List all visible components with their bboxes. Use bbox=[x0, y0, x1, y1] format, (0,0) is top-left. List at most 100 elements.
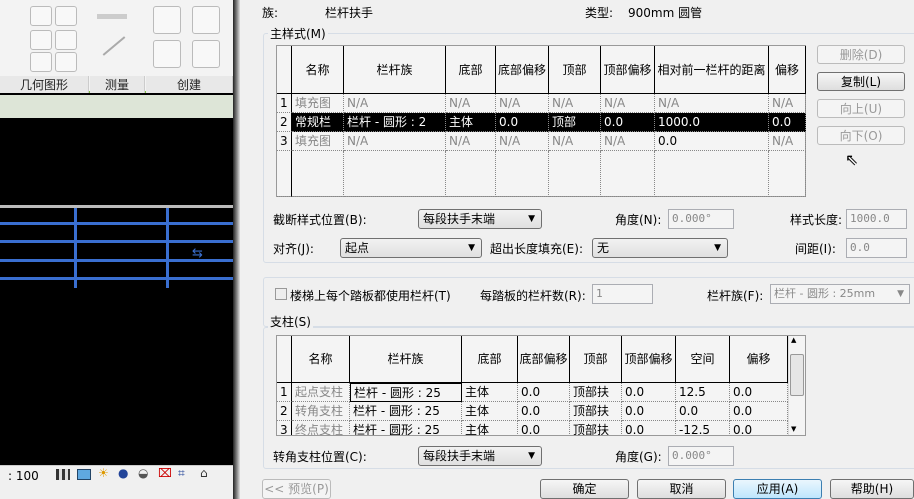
spacing-input[interactable]: 0.0 bbox=[846, 238, 907, 258]
table-cell[interactable]: 顶部 bbox=[549, 113, 601, 132]
table-cell[interactable]: N/A bbox=[601, 94, 655, 113]
crop-region-icon[interactable]: ⌗ bbox=[178, 466, 185, 481]
table-cell[interactable]: 0.0 bbox=[601, 113, 655, 132]
table-cell[interactable]: 栏杆 - 圆形 : 2 bbox=[344, 113, 446, 132]
flip-arrow-icon[interactable]: ⇆ bbox=[192, 246, 203, 261]
move-up-button[interactable]: 向上(U) bbox=[817, 99, 905, 118]
column-header[interactable]: 栏杆族 bbox=[344, 46, 446, 94]
column-header[interactable]: 顶部 bbox=[549, 46, 601, 94]
post-angle-input[interactable]: 0.000° bbox=[668, 446, 734, 466]
table-cell[interactable]: 0.0 bbox=[622, 383, 676, 402]
render-icon[interactable]: ◒ bbox=[138, 466, 148, 480]
shadows-icon[interactable]: ● bbox=[118, 466, 128, 480]
geometry-tool-icon[interactable] bbox=[30, 6, 52, 26]
posts-table[interactable]: 名称 栏杆族 底部 底部偏移 顶部 顶部偏移 空间 偏移 1 起点支柱 栏杆 - 圆形 : 25 主体… bbox=[276, 335, 806, 436]
table-cell[interactable]: N/A bbox=[601, 132, 655, 151]
scrollbar-thumb[interactable] bbox=[790, 354, 804, 396]
column-header[interactable]: 底部偏移 bbox=[496, 46, 549, 94]
table-cell[interactable]: N/A bbox=[769, 132, 806, 151]
table-cell[interactable]: 顶部扶 bbox=[570, 402, 622, 421]
column-header[interactable]: 空间 bbox=[676, 336, 730, 383]
split-icon[interactable] bbox=[55, 30, 77, 50]
table-cell[interactable]: N/A bbox=[446, 132, 496, 151]
table-cell[interactable]: 0.0 bbox=[518, 383, 570, 402]
cancel-button[interactable]: 取消 bbox=[637, 479, 726, 499]
table-cell[interactable]: 常规栏 bbox=[292, 113, 344, 132]
column-header[interactable]: 偏移 bbox=[769, 46, 806, 94]
table-cell[interactable]: 12.5 bbox=[676, 383, 730, 402]
use-baluster-per-tread-checkbox[interactable] bbox=[275, 288, 287, 300]
cut-icon[interactable] bbox=[30, 30, 52, 50]
table-cell[interactable]: N/A bbox=[769, 94, 806, 113]
group-icon[interactable] bbox=[153, 40, 181, 68]
preview-button[interactable]: << 预览(P) bbox=[262, 479, 331, 499]
pattern-length-input[interactable]: 1000.0 bbox=[846, 209, 907, 229]
column-header[interactable]: 顶部偏移 bbox=[622, 336, 676, 383]
column-header[interactable]: 底部 bbox=[446, 46, 496, 94]
column-header[interactable]: 偏移 bbox=[730, 336, 788, 383]
column-header[interactable]: 底部 bbox=[462, 336, 518, 383]
row-number[interactable]: 3 bbox=[277, 132, 292, 151]
table-cell[interactable]: 栏杆 - 圆形 : 25 bbox=[350, 402, 462, 421]
in-place-icon[interactable] bbox=[192, 6, 220, 34]
column-header[interactable]: 相对前一栏杆的距离 bbox=[655, 46, 769, 94]
join-icon[interactable] bbox=[55, 6, 77, 26]
table-cell[interactable]: 0.0 bbox=[655, 132, 769, 151]
crop-view-icon[interactable]: ⌧ bbox=[158, 466, 172, 480]
table-cell[interactable]: 顶部扶 bbox=[570, 383, 622, 402]
measure-icon[interactable] bbox=[102, 36, 126, 56]
detail-level-icon[interactable] bbox=[56, 469, 70, 480]
table-cell[interactable]: N/A bbox=[446, 94, 496, 113]
excess-fill-select[interactable]: 无 ▼ bbox=[592, 238, 728, 258]
table-cell[interactable]: -12.5 bbox=[676, 421, 730, 435]
table-cell[interactable]: 转角支柱 bbox=[292, 402, 350, 421]
table-cell[interactable]: 主体 bbox=[462, 421, 518, 435]
table-cell[interactable]: 0.0 bbox=[622, 421, 676, 435]
sun-path-icon[interactable]: ☀ bbox=[98, 466, 109, 480]
table-cell[interactable]: 0.0 bbox=[730, 383, 788, 402]
profile-icon[interactable] bbox=[30, 52, 52, 72]
table-cell[interactable]: 主体 bbox=[462, 402, 518, 421]
paint-icon[interactable] bbox=[55, 52, 77, 72]
posts-scrollbar[interactable]: ▲ ▼ bbox=[788, 336, 805, 435]
table-cell[interactable]: 0.0 bbox=[518, 421, 570, 435]
table-cell[interactable]: 0.0 bbox=[622, 402, 676, 421]
column-header[interactable]: 名称 bbox=[292, 336, 350, 383]
table-cell[interactable]: N/A bbox=[549, 94, 601, 113]
row-number[interactable]: 2 bbox=[277, 113, 292, 132]
column-header[interactable]: 栏杆族 bbox=[350, 336, 462, 383]
delete-button[interactable]: 删除(D) bbox=[817, 45, 905, 64]
table-cell[interactable]: 0.0 bbox=[518, 402, 570, 421]
ok-button[interactable]: 确定 bbox=[540, 479, 629, 499]
column-header[interactable]: 名称 bbox=[292, 46, 344, 94]
table-cell[interactable]: 0.0 bbox=[496, 113, 549, 132]
balusters-per-tread-input[interactable]: 1 bbox=[592, 284, 653, 304]
visual-style-icon[interactable] bbox=[77, 469, 91, 480]
drawing-canvas[interactable]: ⇆ bbox=[0, 118, 233, 465]
table-cell[interactable]: N/A bbox=[496, 94, 549, 113]
table-cell[interactable]: 0.0 bbox=[676, 402, 730, 421]
angle-input[interactable]: 0.000° bbox=[668, 209, 734, 229]
row-number[interactable]: 3 bbox=[277, 421, 292, 435]
table-cell[interactable]: N/A bbox=[655, 94, 769, 113]
table-cell[interactable]: 栏杆 - 圆形 : 25 bbox=[350, 383, 462, 402]
row-number[interactable]: 1 bbox=[277, 383, 292, 402]
baluster-family-select[interactable]: 栏杆 - 圆形 : 25mm ▼ bbox=[770, 284, 910, 304]
table-cell[interactable]: N/A bbox=[344, 132, 446, 151]
row-number[interactable]: 1 bbox=[277, 94, 292, 113]
main-pattern-table[interactable]: 名称 栏杆族 底部 底部偏移 顶部 顶部偏移 相对前一栏杆的距离 偏移 1 填充图 N/A N/A N/… bbox=[276, 45, 806, 197]
scroll-up-icon[interactable]: ▲ bbox=[791, 336, 796, 344]
lock-view-icon[interactable]: ⌂ bbox=[200, 466, 208, 480]
copy-button[interactable]: 复制(L) bbox=[817, 72, 905, 91]
table-cell[interactable]: 起点支柱 bbox=[292, 383, 350, 402]
create-similar-icon[interactable] bbox=[192, 40, 220, 68]
column-header[interactable]: 底部偏移 bbox=[518, 336, 570, 383]
table-cell[interactable]: 栏杆 - 圆形 : 25 bbox=[350, 421, 462, 435]
aligned-dimension-icon[interactable] bbox=[97, 14, 127, 19]
table-cell[interactable]: 填充图 bbox=[292, 132, 344, 151]
component-icon[interactable] bbox=[153, 6, 181, 34]
move-down-button[interactable]: 向下(O) bbox=[817, 126, 905, 145]
corner-post-select[interactable]: 每段扶手末端 ▼ bbox=[418, 446, 542, 466]
table-cell[interactable]: 终点支柱 bbox=[292, 421, 350, 435]
column-header[interactable]: 顶部偏移 bbox=[601, 46, 655, 94]
